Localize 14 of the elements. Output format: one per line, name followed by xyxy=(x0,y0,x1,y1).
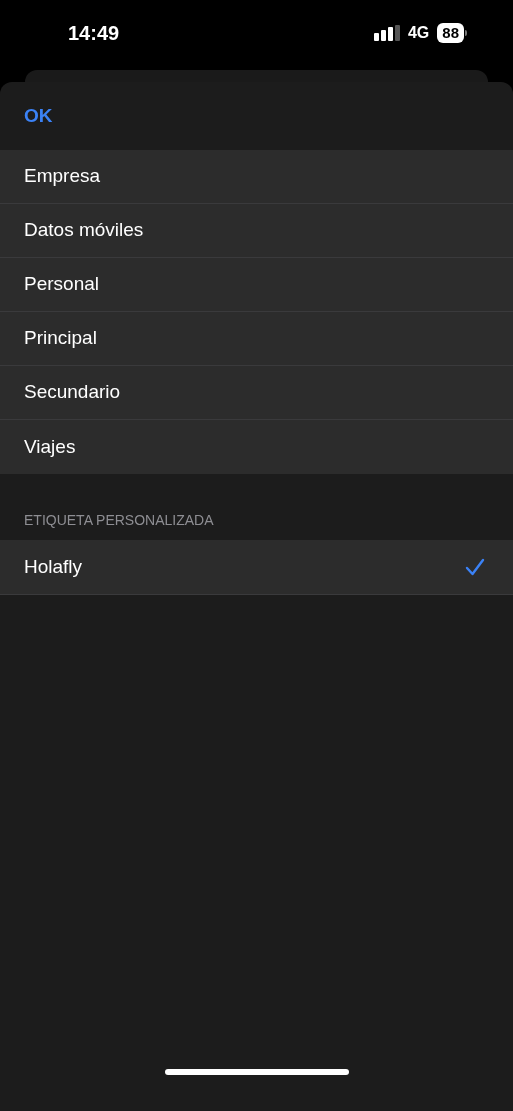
checkmark-icon xyxy=(465,558,485,576)
ok-button[interactable]: OK xyxy=(24,101,53,131)
battery-icon: 88 xyxy=(437,23,467,43)
label-option[interactable]: Personal xyxy=(0,258,513,312)
label-option[interactable]: Principal xyxy=(0,312,513,366)
label-option[interactable]: Empresa xyxy=(0,150,513,204)
signal-icon xyxy=(373,25,400,41)
section-header: ETIQUETA PERSONALIZADA xyxy=(24,511,214,530)
network-type: 4G xyxy=(407,23,430,43)
label-option[interactable]: Datos móviles xyxy=(0,204,513,258)
status-time: 14:49 xyxy=(68,21,120,46)
label-option[interactable]: Viajes xyxy=(0,420,513,474)
label-option[interactable]: Secundario xyxy=(0,366,513,420)
label-option[interactable]: Holafly xyxy=(0,540,513,594)
